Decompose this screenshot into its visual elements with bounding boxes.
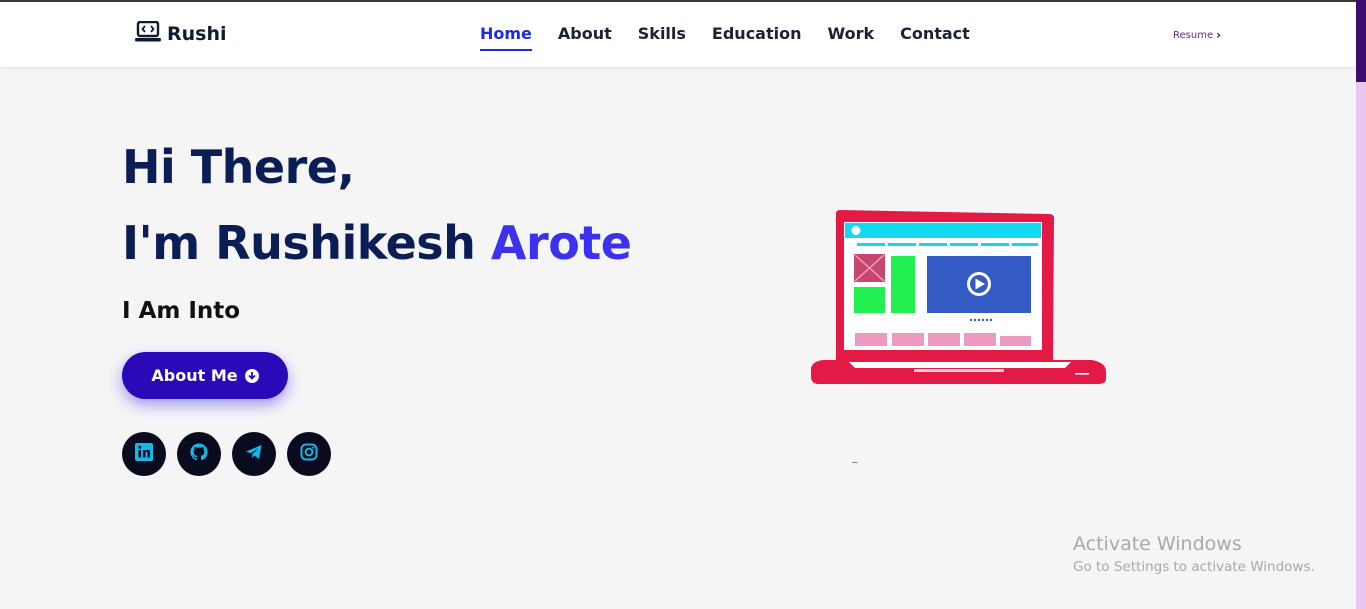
nav-home[interactable]: Home xyxy=(480,24,532,51)
navbar: Rushi Home About Skills Education Work C… xyxy=(0,2,1356,67)
github-icon xyxy=(189,442,209,466)
nav-work[interactable]: Work xyxy=(828,24,875,47)
scrollbar-track[interactable] xyxy=(1356,0,1366,609)
watermark-subtitle: Go to Settings to activate Windows. xyxy=(1073,559,1315,575)
hero-into: I Am Into xyxy=(122,298,241,324)
linkedin-link[interactable] xyxy=(122,432,166,476)
telegram-icon xyxy=(244,442,264,466)
watermark-title: Activate Windows xyxy=(1073,533,1242,555)
nav-about[interactable]: About xyxy=(558,24,612,47)
main-nav: Home About Skills Education Work Contact xyxy=(480,24,996,51)
about-me-label: About Me xyxy=(151,366,238,385)
hero-greeting: Hi There, xyxy=(122,140,355,194)
instagram-link[interactable] xyxy=(287,432,331,476)
telegram-link[interactable] xyxy=(232,432,276,476)
laptop-code-icon xyxy=(135,20,161,47)
nav-contact[interactable]: Contact xyxy=(900,24,970,47)
logo-text: Rushi xyxy=(167,23,227,45)
decorative-mark xyxy=(852,460,858,463)
logo[interactable]: Rushi xyxy=(135,20,227,47)
nav-skills[interactable]: Skills xyxy=(638,24,686,47)
scrollbar-thumb[interactable] xyxy=(1356,0,1366,82)
resume-link[interactable]: Resume › xyxy=(1173,28,1221,42)
nav-education[interactable]: Education xyxy=(712,24,802,47)
arrow-down-circle-icon xyxy=(244,368,259,383)
about-me-button[interactable]: About Me xyxy=(122,352,288,399)
hero-name: I'm Rushikesh Arote xyxy=(122,216,632,270)
chevron-right-icon: › xyxy=(1216,28,1222,42)
windows-activation-watermark: Activate Windows Go to Settings to activ… xyxy=(1073,533,1315,575)
linkedin-icon xyxy=(134,442,154,466)
hero-name-accent: Arote xyxy=(490,216,632,270)
laptop-illustration xyxy=(809,208,1109,392)
github-link[interactable] xyxy=(177,432,221,476)
hero-name-prefix: I'm Rushikesh xyxy=(122,216,491,270)
social-links xyxy=(122,432,331,476)
instagram-icon xyxy=(299,442,319,466)
resume-label: Resume xyxy=(1173,29,1214,41)
